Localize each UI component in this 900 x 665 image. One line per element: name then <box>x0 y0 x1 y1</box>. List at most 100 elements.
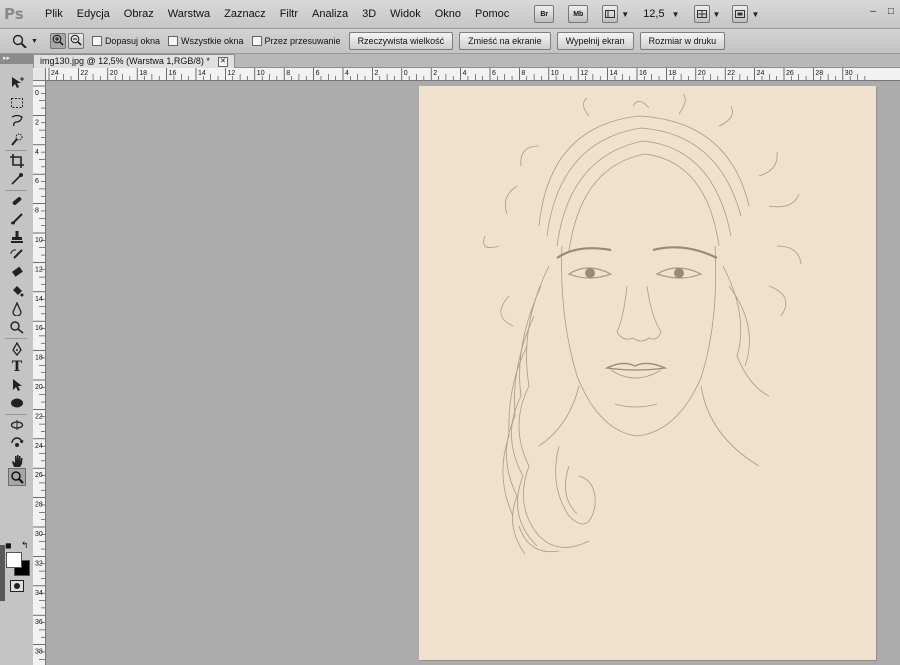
view-extras-button[interactable] <box>602 5 619 23</box>
chevron-down-icon[interactable]: ▼ <box>621 10 629 19</box>
quick-selection-tool-icon[interactable] <box>8 130 26 148</box>
document-image[interactable] <box>419 86 876 660</box>
restore-icon[interactable]: □ <box>886 7 896 17</box>
arrange-documents-button[interactable] <box>693 5 710 23</box>
fit-window-checkbox[interactable]: Dopasuj okna <box>91 36 160 46</box>
ruler-label: 26 <box>786 70 794 77</box>
ruler-label: 6 <box>35 178 39 185</box>
ruler-label: 24 <box>51 70 59 77</box>
menu-zaznacz[interactable]: Zaznacz <box>217 0 273 28</box>
ruler-label: 28 <box>815 70 823 77</box>
ruler-label: 16 <box>639 70 647 77</box>
ruler-label: 12 <box>35 266 43 273</box>
clone-stamp-tool-icon[interactable] <box>8 228 26 246</box>
ruler-label: 0 <box>35 90 39 97</box>
chevron-down-icon[interactable]: ▼ <box>751 10 759 19</box>
fit-window-label: Dopasuj okna <box>104 36 160 46</box>
bridge-button[interactable]: Br <box>534 5 555 23</box>
tool-separator <box>5 414 27 415</box>
zoom-tool-icon[interactable] <box>8 468 26 486</box>
dodge-tool-icon[interactable] <box>8 318 26 336</box>
chevron-down-icon[interactable]: ▼ <box>713 10 721 19</box>
scrubby-zoom-checkbox[interactable]: Przez przesuwanie <box>251 36 341 46</box>
mini-bridge-button[interactable]: Mb <box>568 5 589 23</box>
all-windows-label: Wszystkie okna <box>180 36 244 46</box>
blur-tool-icon[interactable] <box>8 300 26 318</box>
minimize-icon[interactable]: – <box>868 7 878 17</box>
menu-okno[interactable]: Okno <box>428 0 468 28</box>
ruler-label: 6 <box>492 70 496 77</box>
zoom-tool-preset-icon[interactable] <box>12 34 28 48</box>
eyedropper-tool-icon[interactable] <box>8 170 26 188</box>
lasso-tool-icon[interactable] <box>8 112 26 130</box>
ruler-label: 10 <box>551 70 559 77</box>
ruler-label: 4 <box>35 149 39 156</box>
menu-plik[interactable]: Plik <box>38 0 70 28</box>
quick-mask-icon[interactable] <box>10 580 24 595</box>
print-size-button[interactable]: Rozmiar w druku <box>639 32 726 50</box>
ruler-label: 10 <box>257 70 265 77</box>
3d-orbit-tool-icon[interactable] <box>8 434 26 452</box>
ruler-label: 14 <box>35 296 43 303</box>
move-tool-icon[interactable] <box>8 74 26 92</box>
menu-widok[interactable]: Widok <box>383 0 428 28</box>
marquee-tool-icon[interactable] <box>8 94 26 112</box>
close-icon[interactable]: ✕ <box>217 56 228 67</box>
ruler-origin[interactable] <box>33 68 46 81</box>
screen-mode-button[interactable] <box>732 5 749 23</box>
screen-mode-icon <box>735 10 746 18</box>
ruler-label: 24 <box>757 70 765 77</box>
document-tab-title: img130.jpg @ 12,5% (Warstwa 1,RGB/8) * <box>40 56 210 66</box>
ruler-label: 4 <box>345 70 349 77</box>
document-tab[interactable]: img130.jpg @ 12,5% (Warstwa 1,RGB/8) * ✕ <box>33 54 235 68</box>
menu-warstwa[interactable]: Warstwa <box>161 0 217 28</box>
menu-filtr[interactable]: Filtr <box>273 0 305 28</box>
menu-obraz[interactable]: Obraz <box>117 0 161 28</box>
fill-screen-button[interactable]: Wypełnij ekran <box>556 32 634 50</box>
history-brush-tool-icon[interactable] <box>8 246 26 264</box>
zoom-out-button[interactable] <box>67 33 84 49</box>
menu-edycja[interactable]: Edycja <box>70 0 117 28</box>
swap-colors-icon[interactable]: ↰ <box>21 540 29 551</box>
all-windows-checkbox[interactable]: Wszystkie okna <box>167 36 244 46</box>
ruler-label: 4 <box>463 70 467 77</box>
fit-screen-button[interactable]: Zmieść na ekranie <box>459 32 551 50</box>
ruler-label: 22 <box>727 70 735 77</box>
eraser-tool-icon[interactable] <box>8 264 26 282</box>
paint-bucket-tool-icon[interactable] <box>8 282 26 300</box>
menu-3d[interactable]: 3D <box>355 0 383 28</box>
checkbox-box[interactable] <box>167 36 178 46</box>
chevron-down-icon[interactable]: ▼ <box>31 38 38 45</box>
actual-pixels-button[interactable]: Rzeczywista wielkość <box>348 32 454 50</box>
ruler-label: 20 <box>35 384 43 391</box>
3d-rotate-tool-icon[interactable] <box>8 416 26 434</box>
path-selection-tool-icon[interactable] <box>8 376 26 394</box>
ruler-label: 16 <box>35 325 43 332</box>
ruler-label: 12 <box>580 70 588 77</box>
tools-panel-header[interactable]: ▸▸ <box>0 54 33 64</box>
crop-tool-icon[interactable] <box>8 152 26 170</box>
menu-analiza[interactable]: Analiza <box>305 0 355 28</box>
chevron-down-icon[interactable]: ▼ <box>672 10 680 19</box>
pen-tool-icon[interactable] <box>8 340 26 358</box>
checkbox-box[interactable] <box>251 36 262 46</box>
horizontal-ruler[interactable]: 24 22 20 18 16 14 12 10 8 6 4 2 0 2 4 6 8 10 12 14 16 18 20 22 2… <box>33 68 900 81</box>
ruler-label: 12 <box>227 70 235 77</box>
brush-tool-icon[interactable] <box>8 210 26 228</box>
zoom-in-button[interactable] <box>49 33 66 49</box>
ruler-label: 8 <box>521 70 525 77</box>
spot-healing-tool-icon[interactable] <box>8 192 26 210</box>
checkbox-box[interactable] <box>91 36 102 46</box>
foreground-color-swatch[interactable] <box>6 552 22 568</box>
tool-separator <box>5 338 27 339</box>
type-tool-icon[interactable]: T <box>8 358 26 376</box>
zoom-in-icon <box>52 34 64 46</box>
zoom-level[interactable]: 12,5 <box>643 8 664 20</box>
menu-pomoc[interactable]: Pomoc <box>468 0 516 28</box>
tools-panel: ▸▸ T ◼ ↰ <box>0 54 34 665</box>
ruler-label: 30 <box>35 531 43 538</box>
ruler-label: 24 <box>35 443 43 450</box>
default-colors-icon[interactable]: ◼ <box>5 541 12 550</box>
vertical-ruler[interactable]: 02468101214161820222426283032343638 <box>33 80 46 665</box>
ellipse-tool-icon[interactable] <box>8 394 26 412</box>
